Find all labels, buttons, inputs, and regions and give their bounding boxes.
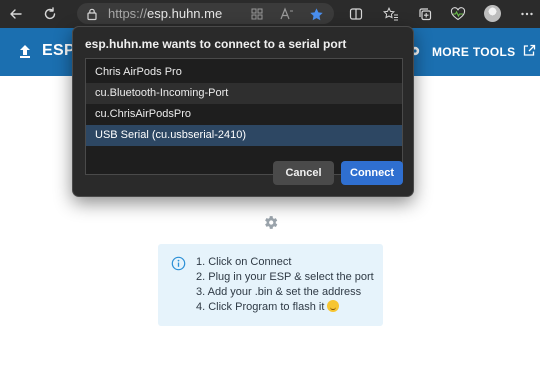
- port-item[interactable]: cu.Bluetooth-Incoming-Port: [86, 83, 402, 104]
- instruction-step: 2. Plug in your ESP & select the port: [196, 271, 374, 283]
- instructions-panel: 1. Click on Connect 2. Plug in your ESP …: [158, 244, 383, 326]
- connect-button[interactable]: Connect: [341, 161, 403, 185]
- dialog-title: esp.huhn.me wants to connect to a serial…: [85, 37, 347, 51]
- external-link-icon: [523, 44, 536, 60]
- browser-toolbar: https://esp.huhn.me: [0, 0, 540, 28]
- more-icon[interactable]: [517, 4, 537, 24]
- url-scheme: https://: [108, 6, 148, 21]
- collections-icon[interactable]: [415, 4, 435, 24]
- port-item[interactable]: Chris AirPods Pro: [86, 62, 402, 83]
- site-info-icon[interactable]: [85, 7, 99, 26]
- info-icon: [171, 256, 186, 276]
- back-icon[interactable]: [6, 4, 26, 24]
- split-screen-icon[interactable]: [346, 4, 366, 24]
- more-tools-label: MORE TOOLS: [432, 45, 516, 59]
- port-item[interactable]: cu.ChrisAirPodsPro: [86, 104, 402, 125]
- instruction-step: 4. Click Program to flash it: [196, 301, 325, 313]
- read-aloud-icon[interactable]: [277, 4, 297, 24]
- refresh-icon[interactable]: [40, 4, 60, 24]
- upload-icon: [18, 43, 32, 64]
- serial-port-list[interactable]: Chris AirPods Pro cu.Bluetooth-Incoming-…: [85, 58, 403, 175]
- browser-essentials-icon[interactable]: [448, 4, 468, 24]
- favorite-star-icon[interactable]: [306, 4, 326, 24]
- url-text: https://esp.huhn.me: [108, 6, 222, 21]
- instructions-list: 1. Click on Connect 2. Plug in your ESP …: [196, 255, 374, 315]
- instruction-step: 3. Add your .bin & set the address: [196, 286, 362, 298]
- smile-emoji-icon: [327, 300, 340, 312]
- cancel-button[interactable]: Cancel: [273, 161, 334, 185]
- settings-gear-icon[interactable]: [262, 214, 279, 236]
- app-grid-icon[interactable]: [247, 4, 267, 24]
- favorites-icon[interactable]: [381, 4, 401, 24]
- serial-port-dialog: esp.huhn.me wants to connect to a serial…: [72, 26, 414, 197]
- url-host: esp.huhn.me: [147, 6, 223, 21]
- app-title: ESP: [42, 42, 75, 59]
- instruction-step: 1. Click on Connect: [196, 256, 292, 268]
- port-item-selected[interactable]: USB Serial (cu.usbserial-2410): [86, 125, 402, 146]
- more-tools-button[interactable]: MORE TOOLS: [408, 42, 536, 62]
- instruction-step-last: 4. Click Program to flash it: [196, 300, 374, 315]
- profile-avatar[interactable]: [484, 5, 501, 22]
